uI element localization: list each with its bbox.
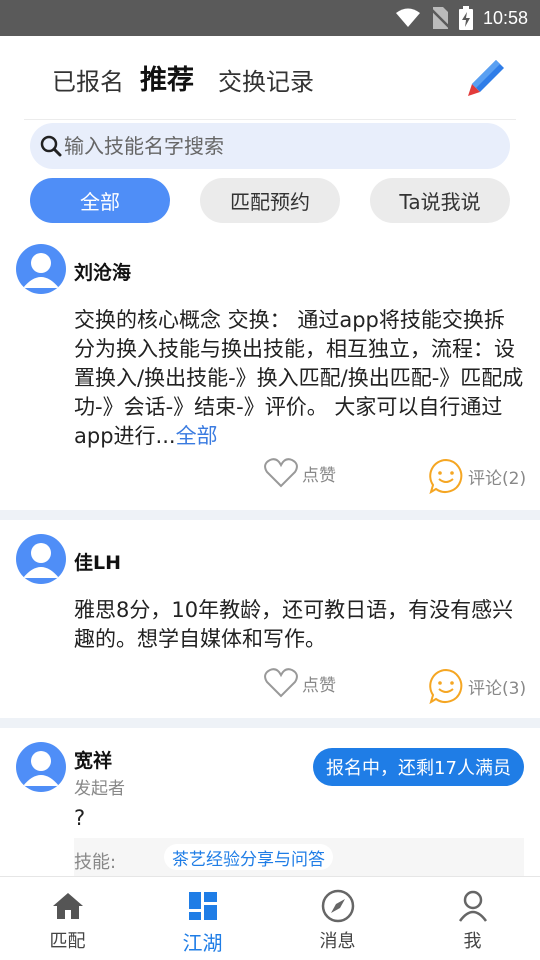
nav-messages-label: 消息 [319, 931, 356, 952]
nav-jianghu[interactable]: 江湖 [135, 877, 270, 960]
comment-smile-icon [429, 668, 463, 704]
post-body: 雅思8分，10年教龄，还可教日语，有没有感兴趣的。想学自媒体和写作。 [74, 598, 514, 651]
divider [24, 119, 516, 120]
user-avatar-icon [23, 751, 59, 786]
comment-smile-icon [429, 458, 463, 494]
nav-me-label: 我 [463, 931, 482, 952]
author-name[interactable]: 佳LH [74, 548, 121, 575]
tab-signed-up[interactable]: 已报名 [52, 62, 124, 97]
avatar[interactable] [16, 244, 66, 294]
search-icon [40, 135, 62, 157]
divider [0, 718, 540, 728]
like-label: 点赞 [302, 465, 336, 486]
skill-label: 技能: [74, 852, 117, 873]
filter-match-booking[interactable]: 匹配预约 [200, 178, 340, 223]
nav-match-label: 匹配 [49, 931, 86, 952]
skill-row: 技能: 茶艺经验分享与问答 [74, 838, 524, 878]
expand-link[interactable]: 全部 [176, 424, 218, 448]
nav-jianghu-label: 江湖 [182, 931, 223, 955]
like-label: 点赞 [302, 675, 336, 696]
skill-tag[interactable]: 茶艺经验分享与问答 [164, 844, 333, 870]
comment-label: 评论(3) [468, 678, 527, 699]
search-input[interactable] [64, 123, 494, 169]
status-icons: 10:58 [395, 6, 528, 30]
avatar[interactable] [16, 742, 66, 792]
nav-match[interactable]: 匹配 [0, 877, 135, 960]
author-name[interactable]: 刘沧海 [74, 258, 131, 285]
heart-icon [264, 668, 298, 698]
filter-all[interactable]: 全部 [30, 178, 170, 223]
no-sim-icon [430, 7, 449, 29]
nav-me[interactable]: 我 [405, 877, 540, 960]
post-card[interactable]: 佳LH 雅思8分，10年教龄，还可教日语，有没有感兴趣的。想学自媒体和写作。 点… [0, 520, 540, 718]
wifi-icon [395, 8, 420, 27]
tab-exchange-records[interactable]: 交换记录 [218, 62, 314, 97]
nav-messages[interactable]: 消息 [270, 877, 405, 960]
author-name[interactable]: 宽祥 [74, 746, 112, 773]
top-tab-bar: 已报名 推荐 交换记录 [0, 36, 540, 120]
post-text: 交换的核心概念 交换： 通过app将技能交换拆分为换入技能与换出技能，相互独立，… [74, 306, 524, 448]
user-avatar-icon [23, 253, 59, 288]
author-role: 发起者 [74, 779, 125, 799]
bottom-navigation: 匹配 江湖 消息 我 [0, 876, 540, 960]
search-bar[interactable] [30, 123, 510, 169]
grid-icon [188, 892, 217, 920]
divider [0, 510, 540, 520]
battery-charging-icon [458, 6, 473, 30]
like-button[interactable]: 点赞 [264, 668, 336, 698]
like-button[interactable]: 点赞 [264, 458, 336, 488]
signup-status-badge[interactable]: 报名中，还剩17人满员 [313, 748, 524, 786]
compass-icon [321, 889, 354, 923]
filter-ta-says[interactable]: Ta说我说 [370, 178, 510, 223]
comment-button[interactable]: 评论(2) [428, 458, 526, 494]
tab-recommend[interactable]: 推荐 [140, 58, 194, 97]
user-avatar-icon [23, 543, 59, 578]
edit-pencil-icon[interactable] [466, 58, 506, 98]
comment-label: 评论(2) [468, 468, 527, 489]
avatar[interactable] [16, 534, 66, 584]
person-icon [458, 890, 487, 922]
comment-button[interactable]: 评论(3) [428, 668, 526, 704]
heart-icon [264, 458, 298, 488]
status-bar: 10:58 [0, 0, 540, 36]
event-card[interactable]: 宽祥 发起者 报名中，还剩17人满员 ? 技能: 茶艺经验分享与问答 [0, 728, 540, 878]
clock: 10:58 [482, 7, 528, 28]
post-card[interactable]: 刘沧海 交换的核心概念 交换： 通过app将技能交换拆分为换入技能与换出技能，相… [0, 230, 540, 510]
home-icon [52, 893, 83, 919]
post-body: ? [74, 806, 86, 830]
post-body: 交换的核心概念 交换： 通过app将技能交换拆分为换入技能与换出技能，相互独立，… [74, 308, 524, 448]
